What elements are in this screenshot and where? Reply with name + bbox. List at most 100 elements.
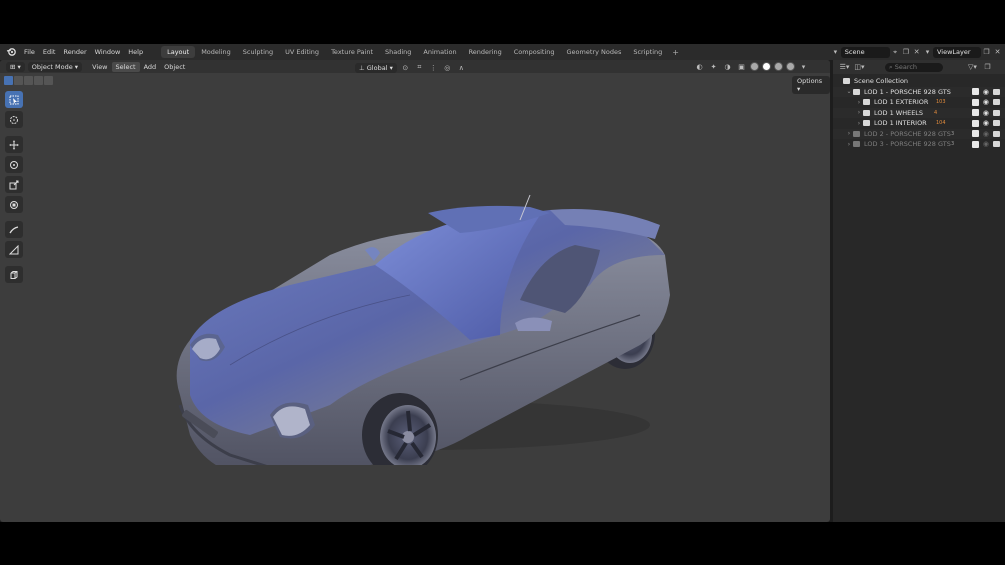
- tab-modeling[interactable]: Modeling: [195, 46, 237, 58]
- menu-select[interactable]: Select: [111, 61, 140, 72]
- wireframe-shading-icon[interactable]: [750, 62, 759, 71]
- blender-logo-icon[interactable]: [4, 45, 18, 59]
- menu-render[interactable]: Render: [59, 48, 90, 56]
- snap-target-icon[interactable]: ⋮: [428, 62, 439, 73]
- visibility-icon[interactable]: ◐: [694, 61, 705, 72]
- add-cube-tool-icon[interactable]: [5, 266, 23, 283]
- solid-shading-icon[interactable]: [762, 62, 771, 71]
- camera-icon[interactable]: [993, 120, 1000, 127]
- filter-icon[interactable]: ▽▾: [967, 62, 978, 73]
- scene-name-field[interactable]: Scene: [840, 46, 890, 58]
- pin-icon[interactable]: ⌖: [890, 47, 901, 58]
- select-intersect-icon[interactable]: [44, 76, 53, 85]
- menu-object[interactable]: Object: [160, 62, 189, 72]
- car-model[interactable]: [170, 135, 680, 465]
- camera-icon[interactable]: [993, 141, 1000, 148]
- falloff-icon[interactable]: ∧: [456, 62, 467, 73]
- tab-animation[interactable]: Animation: [417, 46, 462, 58]
- eye-icon[interactable]: ◉: [983, 119, 989, 127]
- menu-view[interactable]: View: [88, 62, 111, 72]
- tab-compositing[interactable]: Compositing: [508, 46, 561, 58]
- outliner-row-lod1-wheels[interactable]: › LOD 1 WHEELS 4 ◉: [833, 107, 1005, 118]
- gizmo-icon[interactable]: ✦: [708, 61, 719, 72]
- outliner-row-lod1-exterior[interactable]: › LOD 1 EXTERIOR 103 ◉: [833, 97, 1005, 108]
- camera-icon[interactable]: [993, 130, 1000, 137]
- new-collection-icon[interactable]: ❐: [982, 62, 993, 73]
- annotate-tool-icon[interactable]: [5, 221, 23, 238]
- tab-shading[interactable]: Shading: [379, 46, 417, 58]
- new-view-layer-icon[interactable]: ❐: [981, 47, 992, 58]
- shading-options-icon[interactable]: ▾: [798, 61, 809, 72]
- new-scene-icon[interactable]: ❐: [901, 47, 912, 58]
- view-layer-icon[interactable]: ▾: [922, 47, 933, 58]
- tab-geometry-nodes[interactable]: Geometry Nodes: [561, 46, 628, 58]
- menu-window[interactable]: Window: [91, 48, 125, 56]
- eye-icon[interactable]: ◉: [983, 130, 989, 138]
- measure-tool-icon[interactable]: [5, 241, 23, 258]
- outliner-row-lod2[interactable]: › LOD 2 - PORSCHE 928 GTS 3 ◉: [833, 128, 1005, 139]
- tab-uv-editing[interactable]: UV Editing: [279, 46, 325, 58]
- eye-icon[interactable]: ◉: [983, 88, 989, 96]
- exclude-checkbox[interactable]: [971, 88, 979, 96]
- display-mode-icon[interactable]: ◫▾: [854, 62, 865, 73]
- tab-rendering[interactable]: Rendering: [463, 46, 508, 58]
- expand-chevron-icon[interactable]: ›: [845, 141, 853, 148]
- delete-scene-icon[interactable]: ✕: [911, 47, 922, 58]
- eye-icon[interactable]: ◉: [983, 98, 989, 106]
- xray-icon[interactable]: ▣: [736, 61, 747, 72]
- expand-chevron-icon[interactable]: ⌄: [845, 88, 853, 95]
- move-tool-icon[interactable]: [5, 136, 23, 153]
- exclude-checkbox[interactable]: [971, 130, 979, 138]
- eye-icon[interactable]: ◉: [983, 140, 989, 148]
- exclude-checkbox[interactable]: [971, 98, 979, 106]
- transform-tool-icon[interactable]: [5, 196, 23, 213]
- outliner-row-lod3[interactable]: › LOD 3 - PORSCHE 928 GTS 3 ◉: [833, 139, 1005, 150]
- menu-add[interactable]: Add: [140, 62, 161, 72]
- scene-icon[interactable]: ▾: [830, 47, 841, 58]
- cursor-tool-icon[interactable]: [5, 111, 23, 128]
- menu-file[interactable]: File: [20, 48, 39, 56]
- menu-edit[interactable]: Edit: [39, 48, 60, 56]
- tab-sculpting[interactable]: Sculpting: [237, 46, 279, 58]
- 3d-viewport[interactable]: ⊞ ▾ Object Mode ▾ View Select Add Object…: [0, 60, 830, 522]
- pivot-point-icon[interactable]: ⊙: [400, 62, 411, 73]
- proportional-editing-icon[interactable]: ◎: [442, 62, 453, 73]
- tab-texture-paint[interactable]: Texture Paint: [325, 46, 379, 58]
- eye-icon[interactable]: ◉: [983, 109, 989, 117]
- overlays-icon[interactable]: ◑: [722, 61, 733, 72]
- exclude-checkbox[interactable]: [971, 140, 979, 148]
- rendered-shading-icon[interactable]: [786, 62, 795, 71]
- outliner-row-lod1[interactable]: ⌄ LOD 1 - PORSCHE 928 GTS ◉: [833, 86, 1005, 97]
- outliner-row-scene-collection[interactable]: Scene Collection: [833, 76, 1005, 87]
- exclude-checkbox[interactable]: [971, 109, 979, 117]
- add-workspace-button[interactable]: +: [668, 48, 683, 57]
- outliner-row-lod1-interior[interactable]: › LOD 1 INTERIOR 104 ◉: [833, 118, 1005, 129]
- rotate-tool-icon[interactable]: [5, 156, 23, 173]
- snap-icon[interactable]: ⌗: [414, 62, 425, 73]
- expand-chevron-icon[interactable]: ›: [845, 130, 853, 137]
- outliner-editor-type-icon[interactable]: ☰▾: [839, 62, 850, 73]
- tab-layout[interactable]: Layout: [161, 46, 196, 58]
- outliner-search-input[interactable]: ⌕ Search: [885, 62, 943, 72]
- expand-chevron-icon[interactable]: ›: [855, 99, 863, 106]
- select-new-icon[interactable]: [4, 76, 13, 85]
- editor-type-dropdown[interactable]: ⊞ ▾: [6, 61, 25, 72]
- camera-icon[interactable]: [993, 99, 1000, 106]
- camera-icon[interactable]: [993, 88, 1000, 95]
- select-box-tool-icon[interactable]: [5, 91, 23, 108]
- scale-tool-icon[interactable]: [5, 176, 23, 193]
- tab-scripting[interactable]: Scripting: [627, 46, 668, 58]
- object-mode-dropdown[interactable]: Object Mode ▾: [27, 61, 83, 72]
- select-extend-icon[interactable]: [14, 76, 23, 85]
- select-subtract-icon[interactable]: [24, 76, 33, 85]
- select-invert-icon[interactable]: [34, 76, 43, 85]
- delete-view-layer-icon[interactable]: ✕: [992, 47, 1003, 58]
- expand-chevron-icon[interactable]: ›: [855, 120, 863, 127]
- options-dropdown[interactable]: Options ▾: [792, 76, 830, 94]
- material-shading-icon[interactable]: [774, 62, 783, 71]
- view-layer-name-field[interactable]: ViewLayer: [933, 46, 981, 58]
- camera-icon[interactable]: [993, 109, 1000, 116]
- menu-help[interactable]: Help: [124, 48, 147, 56]
- expand-chevron-icon[interactable]: ›: [855, 109, 863, 116]
- exclude-checkbox[interactable]: [971, 119, 979, 127]
